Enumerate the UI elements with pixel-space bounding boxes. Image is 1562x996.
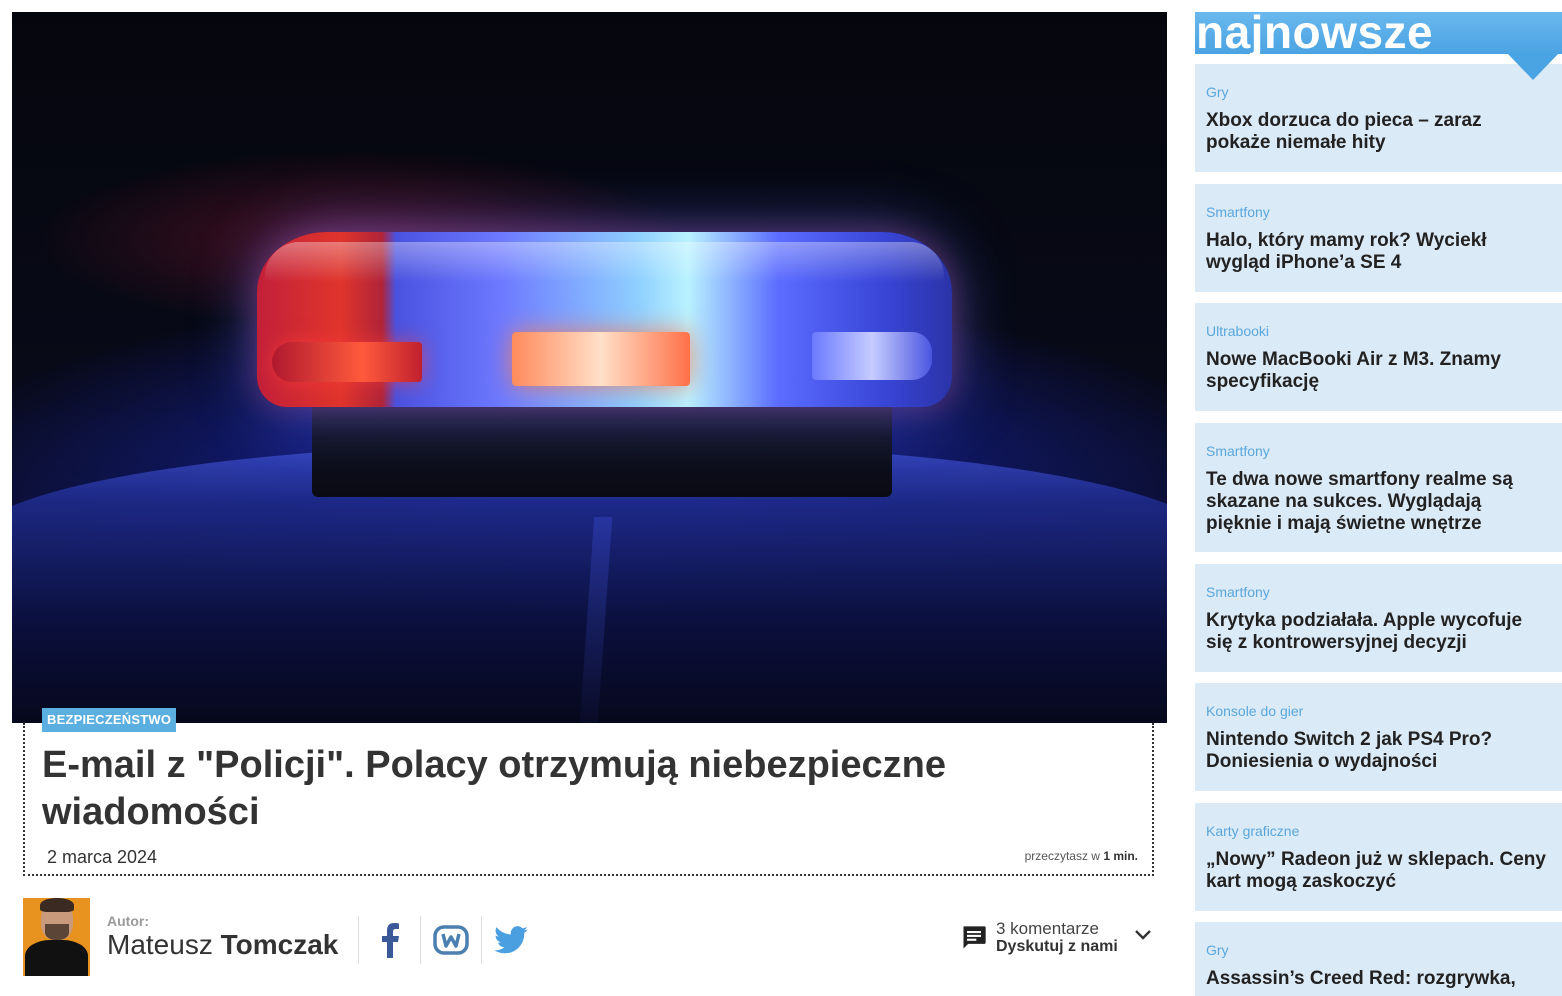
news-item-title[interactable]: Nintendo Switch 2 jak PS4 Pro? Doniesien… <box>1206 729 1546 773</box>
news-item-title[interactable]: Te dwa nowe smartfony realme są skazane … <box>1206 469 1546 535</box>
sidebar-news-item[interactable]: Konsole do gier Nintendo Switch 2 jak PS… <box>1195 683 1562 791</box>
author-name-link[interactable]: Mateusz Tomczak <box>107 929 338 961</box>
article-title: E-mail z "Policji". Polacy otrzymują nie… <box>42 744 946 833</box>
wykop-share-button[interactable] <box>421 916 481 964</box>
sidebar-news-item[interactable]: Gry Xbox dorzuca do pieca – zaraz pokaże… <box>1195 64 1562 172</box>
news-item-category[interactable]: Smartfony <box>1206 584 1270 600</box>
discuss-link[interactable]: Dyskutuj z nami <box>996 938 1118 956</box>
news-item-title[interactable]: „Nowy” Radeon już w sklepach. Ceny kart … <box>1206 849 1546 893</box>
news-item-category[interactable]: Ultrabooki <box>1206 323 1269 339</box>
news-item-category[interactable]: Karty graficzne <box>1206 823 1299 839</box>
wykop-icon <box>433 925 469 955</box>
news-item-category[interactable]: Smartfony <box>1206 443 1270 459</box>
sidebar-news-item[interactable]: Karty graficzne „Nowy” Radeon już w skle… <box>1195 803 1562 911</box>
news-item-title[interactable]: Xbox dorzuca do pieca – zaraz pokaże nie… <box>1206 110 1546 154</box>
news-item-title[interactable]: Nowe MacBooki Air z M3. Znamy specyfikac… <box>1206 349 1546 393</box>
sidebar-news-item[interactable]: Ultrabooki Nowe MacBooki Air z M3. Znamy… <box>1195 303 1562 411</box>
news-item-category[interactable]: Gry <box>1206 84 1229 100</box>
comments-count[interactable]: 3 komentarze <box>996 919 1099 939</box>
sidebar-title: najnowsze <box>1196 6 1434 58</box>
twitter-icon <box>494 926 528 954</box>
news-item-category[interactable]: Smartfony <box>1206 204 1270 220</box>
news-item-title[interactable]: Assassin’s Creed Red: rozgrywka, <box>1206 968 1546 990</box>
author-label: Autor: <box>107 913 149 929</box>
category-badge[interactable]: BEZPIECZEŃSTWO <box>42 708 177 732</box>
author-first-name: Mateusz <box>107 929 213 960</box>
divider <box>358 916 359 964</box>
sidebar-news-item[interactable]: Smartfony Te dwa nowe smartfony realme s… <box>1195 423 1562 552</box>
author-last-name: Tomczak <box>220 929 339 960</box>
chevron-down-icon[interactable] <box>1134 928 1152 942</box>
read-time: przeczytasz w 1 min. <box>1025 849 1138 863</box>
read-time-prefix: przeczytasz w <box>1024 849 1100 863</box>
twitter-share-button[interactable] <box>481 916 541 964</box>
facebook-share-button[interactable] <box>360 916 420 964</box>
center-lamp <box>512 332 690 386</box>
news-item-category[interactable]: Gry <box>1206 942 1229 958</box>
sidebar-news-item[interactable]: Smartfony Krytyka podziałała. Apple wyco… <box>1195 564 1562 672</box>
news-item-title[interactable]: Krytyka podziałała. Apple wycofuje się z… <box>1206 610 1546 654</box>
sidebar-header-arrow <box>1506 52 1560 80</box>
news-item-title[interactable]: Halo, który mamy rok? Wyciekł wygląd iPh… <box>1206 230 1546 274</box>
facebook-icon <box>382 923 399 958</box>
lightbar-base <box>312 397 892 497</box>
read-time-value: 1 min. <box>1103 849 1138 863</box>
sidebar-news-item[interactable]: Gry Assassin’s Creed Red: rozgrywka, <box>1195 922 1562 996</box>
author-avatar[interactable] <box>23 898 90 976</box>
news-item-category[interactable]: Konsole do gier <box>1206 703 1303 719</box>
article-hero-image <box>12 12 1167 723</box>
red-lamp <box>272 342 422 382</box>
sidebar-news-item[interactable]: Smartfony Halo, który mamy rok? Wyciekł … <box>1195 184 1562 292</box>
comments-icon[interactable] <box>960 924 988 952</box>
article-date: 2 marca 2024 <box>47 847 158 867</box>
blue-lamp <box>812 332 932 380</box>
